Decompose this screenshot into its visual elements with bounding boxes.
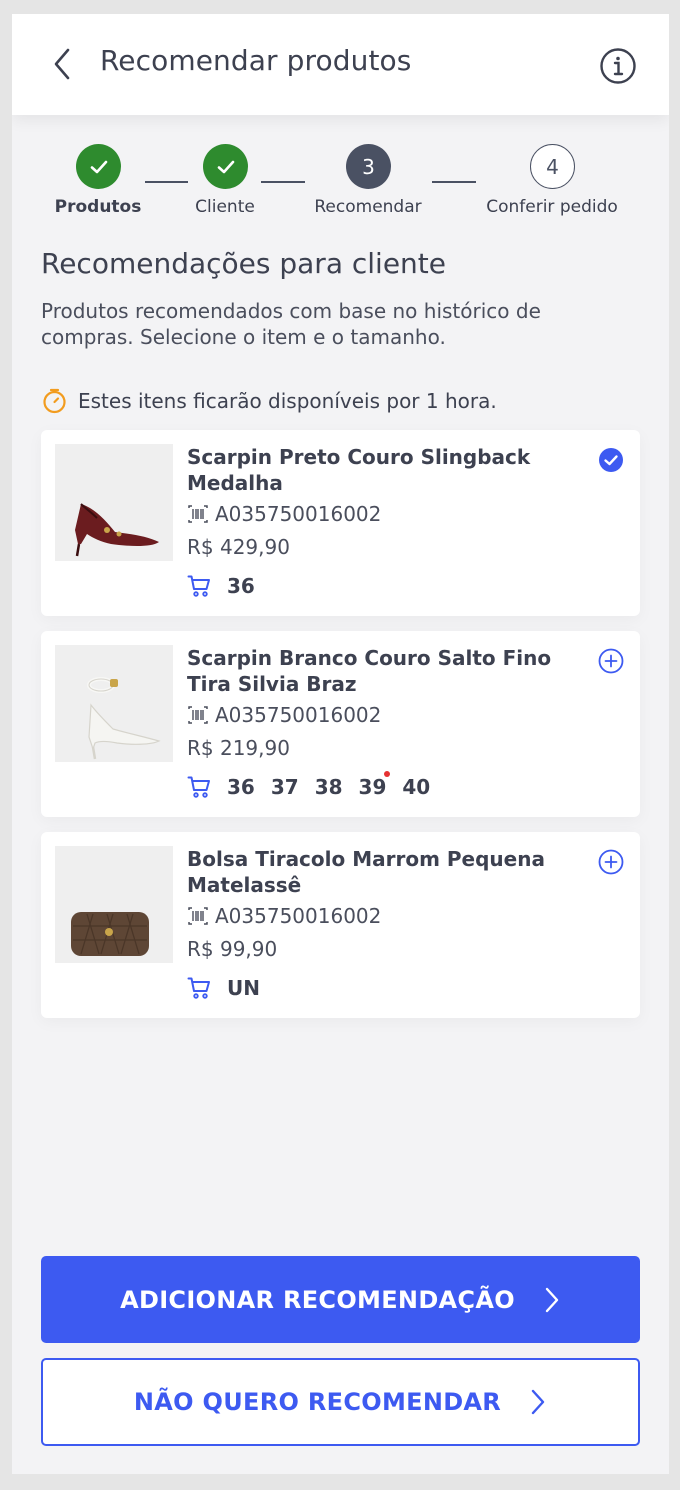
product-price: R$ 429,90 bbox=[187, 535, 290, 559]
sku-value: A035750016002 bbox=[215, 703, 382, 727]
step-connector bbox=[145, 181, 188, 183]
product-sku: A035750016002 bbox=[187, 502, 381, 526]
cart-icon bbox=[187, 575, 210, 597]
chevron-right-icon bbox=[531, 1389, 545, 1415]
product-image bbox=[55, 846, 173, 963]
chevron-left-icon[interactable] bbox=[48, 46, 76, 82]
barcode-icon bbox=[188, 505, 208, 523]
add-recommendation-button[interactable]: ADICIONAR RECOMENDAÇÃO bbox=[41, 1256, 640, 1343]
info-icon[interactable] bbox=[599, 47, 637, 85]
size-option[interactable]: 37 bbox=[271, 775, 299, 799]
app-frame: Recomendar produtos Produtos Cliente 3 R… bbox=[12, 14, 669, 1474]
step-connector bbox=[261, 181, 305, 183]
add-circle-icon[interactable] bbox=[598, 648, 624, 674]
top-bar: Recomendar produtos bbox=[12, 14, 669, 115]
size-option[interactable]: 36 bbox=[227, 775, 255, 799]
product-name: Scarpin Branco Couro Salto Fino Tira Sil… bbox=[187, 646, 552, 696]
low-stock-dot bbox=[384, 771, 391, 777]
product-price: R$ 219,90 bbox=[187, 736, 290, 760]
size-option[interactable]: 40 bbox=[402, 775, 430, 799]
step-2-done-icon bbox=[203, 144, 248, 189]
sku-value: A035750016002 bbox=[215, 904, 382, 928]
step-1-done-icon bbox=[76, 144, 121, 189]
notice-text: Estes itens ficarão disponíveis por 1 ho… bbox=[78, 388, 497, 413]
barcode-icon bbox=[188, 907, 208, 925]
add-circle-icon[interactable] bbox=[598, 849, 624, 875]
page-title: Recomendar produtos bbox=[100, 44, 412, 77]
product-name: Bolsa Tiracolo Marrom Pequena Matelassê bbox=[187, 847, 545, 897]
size-option-low-stock[interactable]: 39 bbox=[358, 771, 391, 799]
cart-icon bbox=[187, 977, 210, 999]
product-price: R$ 99,90 bbox=[187, 937, 278, 961]
step-3-current: 3 bbox=[346, 144, 391, 189]
product-card[interactable]: Bolsa Tiracolo Marrom Pequena Matelassê … bbox=[41, 832, 640, 1018]
barcode-icon bbox=[188, 706, 208, 724]
section-description: Produtos recomendados com base no histór… bbox=[41, 299, 541, 349]
availability-notice: Estes itens ficarão disponíveis por 1 ho… bbox=[41, 387, 497, 414]
step-label-recomendar: Recomendar bbox=[314, 197, 422, 217]
step-4-todo: 4 bbox=[530, 144, 575, 189]
product-card[interactable]: Scarpin Preto Couro Slingback Medalha A0… bbox=[41, 430, 640, 616]
size-selector: UN bbox=[187, 976, 276, 1000]
section-title: Recomendações para cliente bbox=[41, 247, 447, 280]
product-sku: A035750016002 bbox=[187, 904, 381, 928]
selected-check-icon[interactable] bbox=[598, 447, 624, 473]
size-option[interactable]: UN bbox=[227, 976, 260, 1000]
cart-icon bbox=[187, 776, 210, 798]
product-sku: A035750016002 bbox=[187, 703, 381, 727]
decline-recommendation-button[interactable]: NÃO QUERO RECOMENDAR bbox=[41, 1358, 640, 1446]
step-label-cliente: Cliente bbox=[195, 197, 255, 217]
button-label: NÃO QUERO RECOMENDAR bbox=[133, 1388, 502, 1416]
size-selector: 36 bbox=[187, 574, 271, 598]
size-option[interactable]: 36 bbox=[227, 574, 255, 598]
timer-icon bbox=[43, 388, 66, 414]
product-card[interactable]: Scarpin Branco Couro Salto Fino Tira Sil… bbox=[41, 631, 640, 817]
chevron-right-icon bbox=[545, 1287, 559, 1312]
product-image bbox=[55, 645, 173, 762]
progress-stepper: Produtos Cliente 3 Recomendar 4 Conferir… bbox=[12, 144, 669, 224]
sku-value: A035750016002 bbox=[215, 502, 382, 526]
product-image bbox=[55, 444, 173, 561]
size-selector: 36 37 38 39 40 bbox=[187, 771, 446, 799]
step-label-produtos: Produtos bbox=[54, 197, 142, 217]
size-option[interactable]: 38 bbox=[315, 775, 343, 799]
product-name: Scarpin Preto Couro Slingback Medalha bbox=[187, 445, 531, 495]
size-value: 39 bbox=[358, 775, 387, 799]
step-connector bbox=[432, 181, 476, 183]
button-label: ADICIONAR RECOMENDAÇÃO bbox=[120, 1285, 515, 1314]
step-label-conferir-pedido: Conferir pedido bbox=[486, 197, 618, 217]
